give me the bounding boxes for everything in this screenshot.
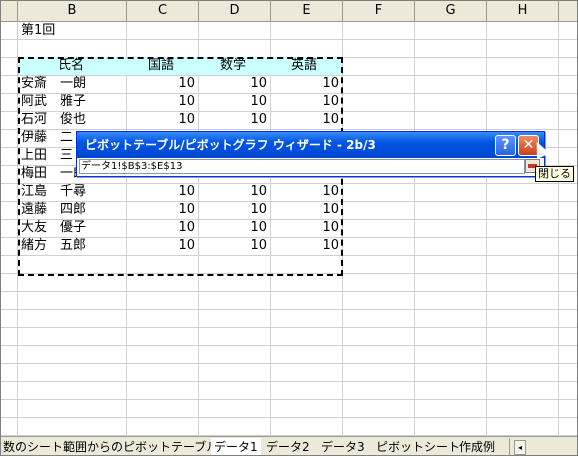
tab-example[interactable]: 作成例 [459, 438, 495, 455]
column-header-e[interactable]: E [271, 1, 343, 21]
row-japanese[interactable]: 10 [129, 93, 195, 111]
tab-data2[interactable]: データ2 [266, 438, 310, 455]
row-japanese[interactable]: 10 [129, 237, 195, 255]
row-name[interactable]: 江島 千尋 [21, 183, 121, 201]
row-english[interactable]: 10 [273, 201, 339, 219]
row-math[interactable]: 10 [201, 219, 267, 237]
row-english[interactable]: 10 [273, 219, 339, 237]
row-japanese[interactable]: 10 [129, 75, 195, 93]
column-header-bar: B C D E F G H [1, 1, 577, 22]
row-math[interactable]: 10 [201, 183, 267, 201]
row-english[interactable]: 10 [273, 111, 339, 129]
header-math[interactable]: 数学 [220, 57, 246, 75]
sheet-tab-bar: 数のシート範囲からのピボットテーブル データ1 データ2 データ3 ピボットシー… [1, 436, 577, 455]
column-header-f[interactable]: F [343, 1, 415, 21]
cell-grid[interactable]: 第1回 氏名 国語 数学 英語 安斎 一朗 10 10 10 阿武 雅子 10 10 10 石河… [1, 22, 577, 436]
column-header-b[interactable]: B [18, 1, 127, 21]
row-math[interactable]: 10 [201, 111, 267, 129]
row-japanese[interactable]: 10 [129, 183, 195, 201]
scroll-left-icon[interactable]: ◂ [514, 440, 526, 455]
column-header-d[interactable]: D [199, 1, 271, 21]
row-math[interactable]: 10 [201, 93, 267, 111]
row-name[interactable]: 緒方 五郎 [21, 237, 121, 255]
row-name[interactable]: 石河 俊也 [21, 111, 121, 129]
row-name[interactable]: 安斎 一朗 [21, 75, 121, 93]
row-english[interactable]: 10 [273, 93, 339, 111]
column-header-h[interactable]: H [487, 1, 559, 21]
spreadsheet-window: B C D E F G H 第1回 氏名 国語 数学 英語 安斎 一朗 10 10 1… [0, 0, 578, 456]
row-math[interactable]: 10 [201, 237, 267, 255]
header-name[interactable]: 氏名 [58, 57, 84, 75]
row-english[interactable]: 10 [273, 237, 339, 255]
tab-data3[interactable]: データ3 [321, 438, 365, 455]
tab-pivot-sheet[interactable]: ピボットシート [376, 438, 460, 455]
pivot-wizard-dialog: ピボットテーブル/ピボットグラフ ウィザード - 2b/3 ? ✕ データ1!$… [76, 131, 545, 177]
dialog-title: ピボットテーブル/ピボットグラフ ウィザード - 2b/3 [85, 138, 376, 152]
dialog-titlebar[interactable]: ピボットテーブル/ピボットグラフ ウィザード - 2b/3 ? ✕ [77, 132, 544, 158]
tab-data1[interactable]: データ1 [211, 438, 261, 455]
row-name[interactable]: 大友 優子 [21, 219, 121, 237]
row-math[interactable]: 10 [201, 75, 267, 93]
row-japanese[interactable]: 10 [129, 111, 195, 129]
row-english[interactable]: 10 [273, 75, 339, 93]
column-header-c[interactable]: C [127, 1, 199, 21]
header-english[interactable]: 英語 [291, 57, 317, 75]
horizontal-scrollbar[interactable]: ◂ [509, 438, 577, 455]
select-all-corner[interactable] [1, 1, 18, 21]
tab-pivot-from-multiple-ranges[interactable]: 数のシート範囲からのピボットテーブル [3, 438, 218, 455]
row-name[interactable]: 阿武 雅子 [21, 93, 121, 111]
title-cell[interactable]: 第1回 [21, 22, 55, 40]
row-math[interactable]: 10 [201, 201, 267, 219]
row-english[interactable]: 10 [273, 183, 339, 201]
row-japanese[interactable]: 10 [129, 201, 195, 219]
row-name[interactable]: 遠藤 四郎 [21, 201, 121, 219]
range-input[interactable]: データ1!$B$3:$E$13 [79, 159, 525, 174]
header-japanese[interactable]: 国語 [148, 57, 174, 75]
help-button[interactable]: ? [495, 135, 516, 156]
close-tooltip: 閉じる [535, 166, 574, 182]
column-header-g[interactable]: G [415, 1, 487, 21]
row-japanese[interactable]: 10 [129, 219, 195, 237]
